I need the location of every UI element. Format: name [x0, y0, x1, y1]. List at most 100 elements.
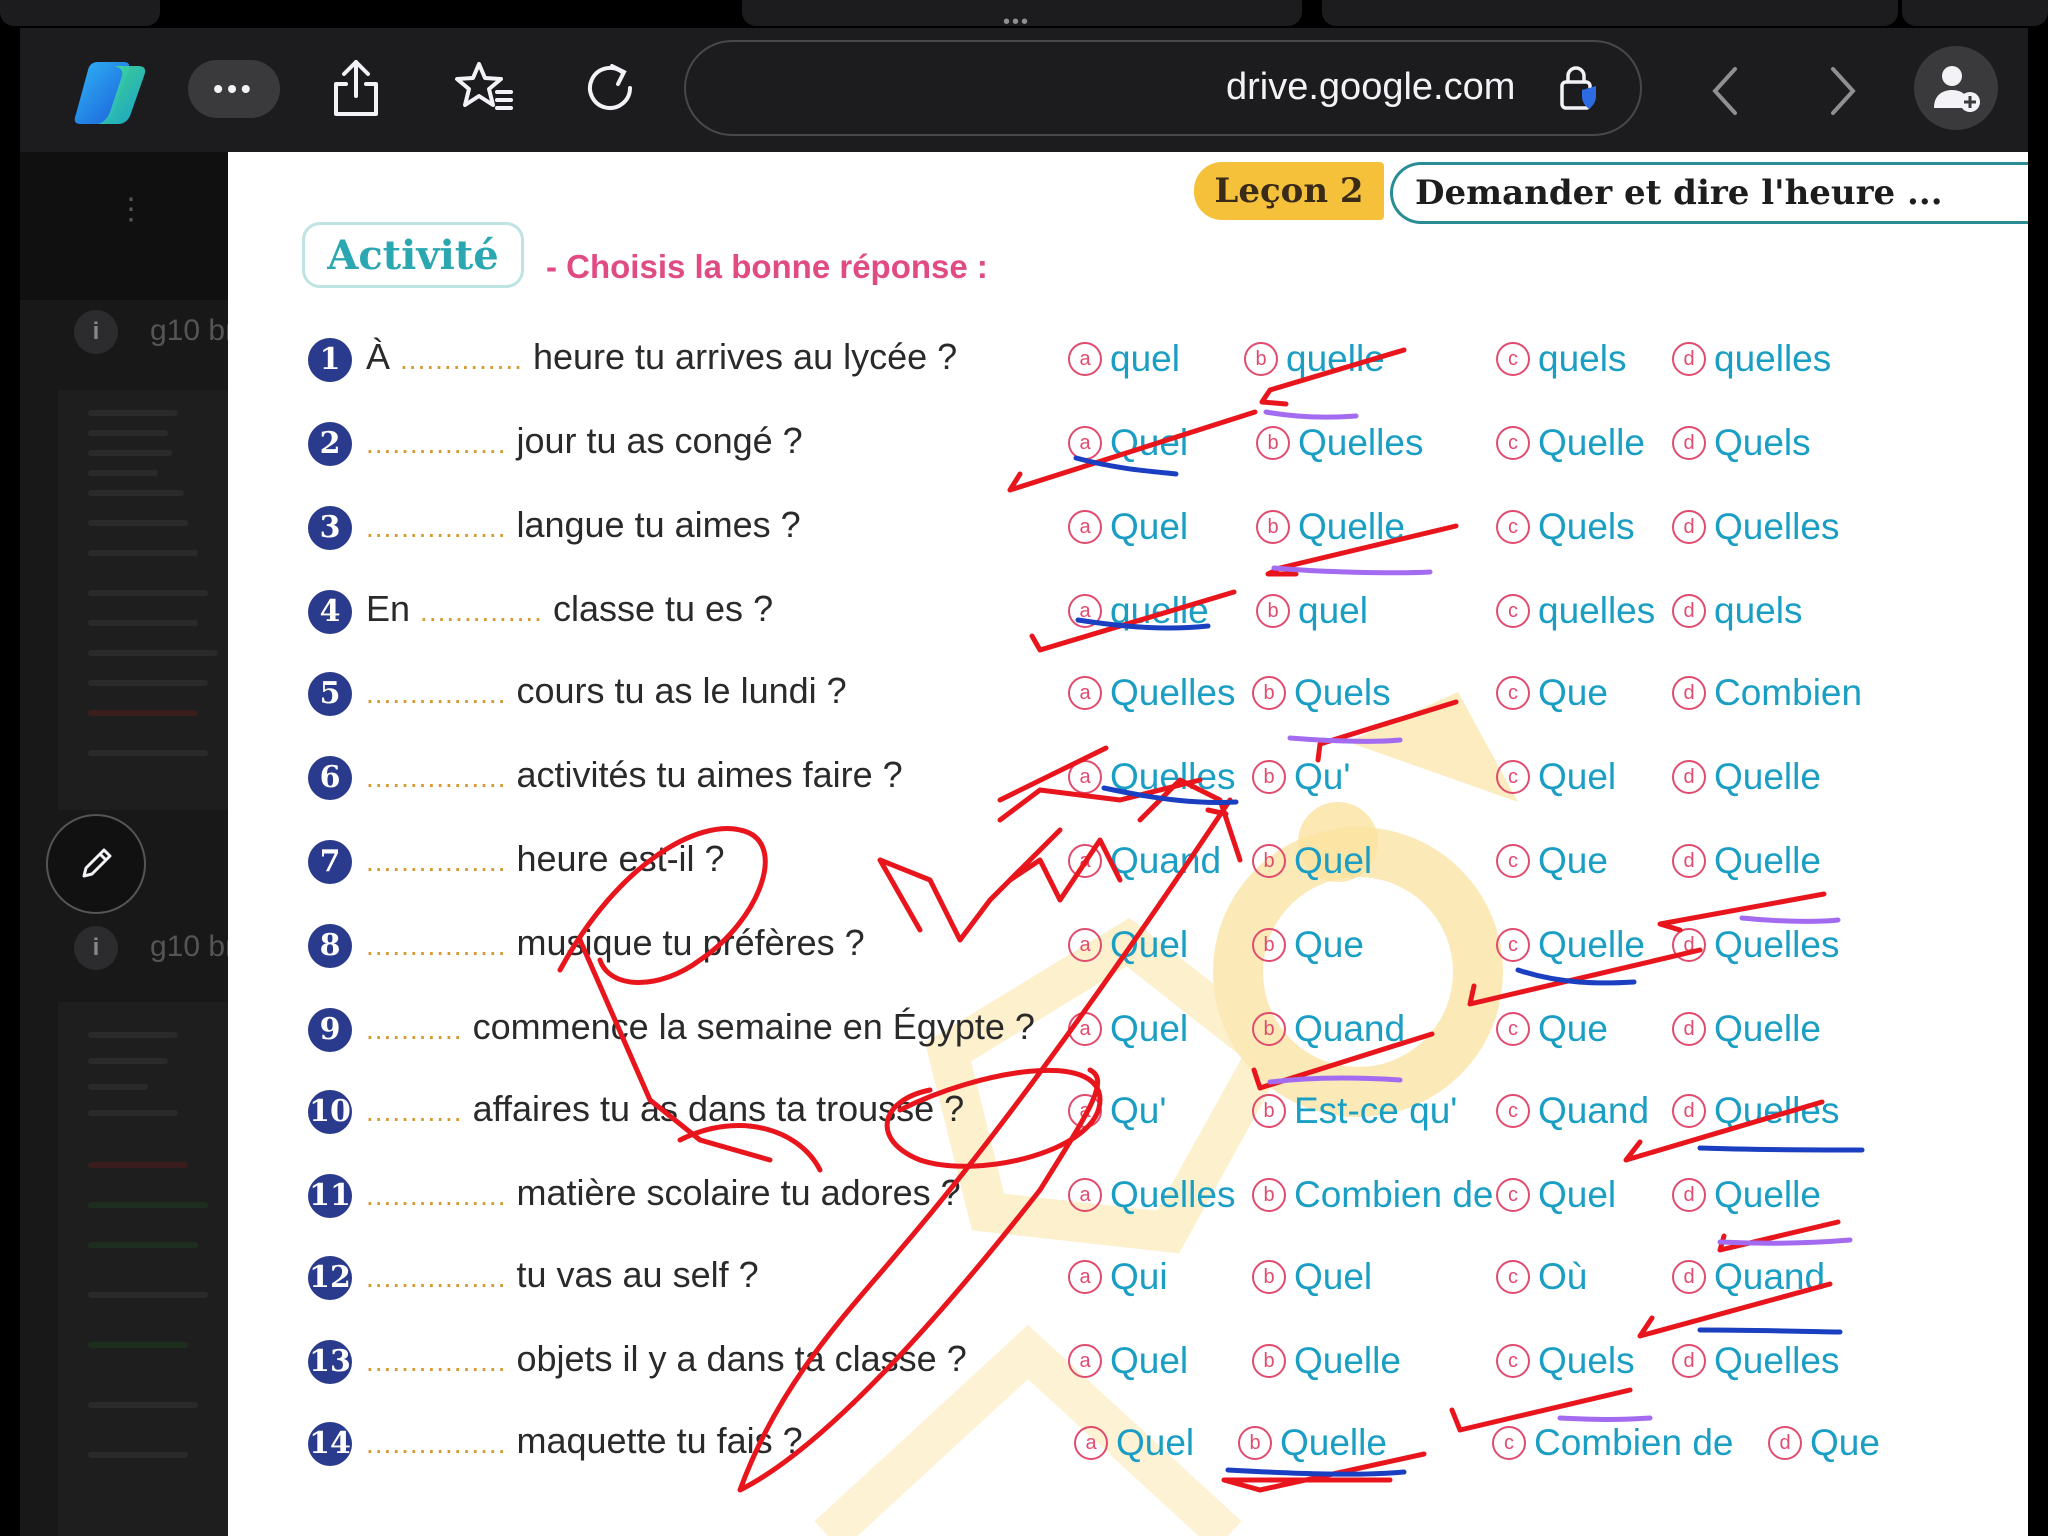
question-row: 5................ cours tu as le lundi ?… — [308, 668, 2028, 728]
option-letter: a — [1068, 760, 1102, 794]
add-profile-icon — [1934, 66, 1980, 112]
annotate-button[interactable] — [46, 814, 146, 914]
answer-blank: .............. — [420, 596, 543, 627]
browser-tab[interactable] — [1902, 0, 2048, 26]
drive-file-name: g10 br — [150, 930, 228, 963]
option-text: Quelles — [1714, 506, 1840, 547]
question-suffix: musique tu préfères ? — [506, 922, 865, 963]
option-letter: b — [1252, 676, 1286, 710]
question-text: ................ activités tu aimes fair… — [366, 754, 903, 796]
answer-option: a Quel — [1074, 1418, 1194, 1468]
answer-option: b Quand — [1252, 1004, 1405, 1054]
question-row: 1À .............. heure tu arrives au ly… — [308, 334, 2028, 394]
question-text: ................ cours tu as le lundi ? — [366, 670, 847, 712]
reload-button[interactable] — [580, 58, 640, 118]
lesson-number-badge: Leçon 2 — [1194, 162, 1384, 220]
browser-tab[interactable] — [0, 0, 160, 26]
drive-file-item[interactable]: i g10 br — [54, 302, 228, 362]
tab-grip-handle[interactable]: ••• — [1003, 12, 1030, 32]
answer-option: d Quelles — [1672, 502, 1839, 552]
question-number: 6 — [308, 756, 352, 800]
answer-option: b Est-ce qu' — [1252, 1086, 1457, 1136]
question-text: ........... commence la semaine en Égypt… — [366, 1006, 1035, 1048]
more-options-button[interactable]: ••• — [188, 60, 280, 118]
option-text: Quelles — [1110, 672, 1236, 713]
option-text: Quel — [1294, 840, 1373, 881]
option-text: Que — [1810, 1422, 1880, 1463]
option-letter: b — [1256, 594, 1290, 628]
drive-file-name: g10 br — [150, 314, 228, 347]
option-letter: c — [1496, 760, 1530, 794]
copilot-button[interactable] — [68, 56, 152, 128]
option-text: Quel — [1110, 1340, 1189, 1381]
address-bar[interactable]: drive.google.com — [684, 40, 1642, 136]
option-letter: d — [1672, 928, 1706, 962]
option-letter: d — [1672, 510, 1706, 544]
question-row: 6 ................ activités tu aimes fai… — [308, 752, 2028, 812]
option-letter: d — [1672, 1344, 1706, 1378]
option-text: Quand — [1110, 840, 1222, 881]
option-text: quels — [1538, 338, 1627, 379]
file-thumbnail[interactable] — [58, 390, 228, 810]
option-text: Combien — [1714, 672, 1863, 713]
answer-option: a Quel — [1068, 1336, 1188, 1386]
option-text: Quels — [1538, 1340, 1635, 1381]
option-text: Quelles — [1110, 1174, 1236, 1215]
answer-blank: ................ — [366, 846, 507, 877]
answer-option: b quel — [1256, 586, 1368, 636]
option-text: quel — [1110, 338, 1180, 379]
answer-option: d Quels — [1672, 418, 1811, 468]
lock-icon — [1560, 66, 1596, 110]
option-text: quel — [1298, 590, 1368, 631]
option-text: Quel — [1110, 924, 1189, 965]
question-suffix: commence la semaine en Égypte ? — [462, 1006, 1035, 1047]
question-number: 12 — [308, 1256, 352, 1300]
option-letter: b — [1244, 342, 1278, 376]
question-suffix: langue tu aimes ? — [506, 504, 801, 545]
reload-icon — [588, 64, 632, 110]
option-letter: a — [1074, 1426, 1108, 1460]
option-letter: b — [1252, 1344, 1286, 1378]
forward-button[interactable] — [1810, 58, 1876, 124]
option-text: quelles — [1714, 338, 1832, 379]
answer-option: c Où — [1496, 1252, 1587, 1302]
drive-file-item[interactable]: i g10 br — [54, 918, 228, 978]
answer-blank: ................ — [366, 678, 507, 709]
answer-option: c Quelle — [1496, 418, 1645, 468]
profile-button[interactable] — [1914, 46, 1998, 130]
answer-option: c quels — [1496, 334, 1626, 384]
answer-option: a Quel — [1068, 920, 1188, 970]
question-text: ................ matière scolaire tu ado… — [366, 1172, 961, 1214]
copilot-icon — [74, 62, 146, 124]
browser-tab[interactable] — [1322, 0, 1898, 26]
question-number: 2 — [308, 422, 352, 466]
question-number: 4 — [308, 590, 352, 634]
answer-blank: ................ — [366, 428, 507, 459]
option-letter: c — [1492, 1426, 1526, 1460]
back-button[interactable] — [1692, 58, 1758, 124]
answer-option: a Quelles — [1068, 1170, 1235, 1220]
answer-option: a quelle — [1068, 586, 1209, 636]
url-text[interactable]: drive.google.com — [1226, 66, 1515, 109]
share-button[interactable] — [326, 58, 386, 118]
question-number: 10 — [308, 1090, 352, 1134]
option-letter: c — [1496, 1094, 1530, 1128]
question-suffix: heure est-il ? — [506, 838, 725, 879]
privacy-button[interactable] — [1556, 66, 1602, 112]
answer-option: a Quand — [1068, 836, 1221, 886]
question-text: ................ musique tu préfères ? — [366, 922, 865, 964]
option-text: Que — [1538, 1008, 1608, 1049]
option-text: quelles — [1538, 590, 1656, 631]
favorites-button[interactable] — [452, 58, 516, 118]
option-text: Quelle — [1714, 840, 1821, 881]
option-letter: a — [1068, 844, 1102, 878]
file-thumbnail[interactable] — [58, 1002, 228, 1536]
option-text: Quel — [1116, 1422, 1195, 1463]
question-text: ................ objets il y a dans ta c… — [366, 1338, 967, 1380]
question-row: 3................ langue tu aimes ? a Quel… — [308, 502, 2028, 562]
option-text: Quelle — [1714, 1008, 1821, 1049]
option-text: Quand — [1294, 1008, 1406, 1049]
answer-blank: ................ — [366, 930, 507, 961]
option-letter: d — [1672, 760, 1706, 794]
info-icon: i — [74, 310, 118, 354]
